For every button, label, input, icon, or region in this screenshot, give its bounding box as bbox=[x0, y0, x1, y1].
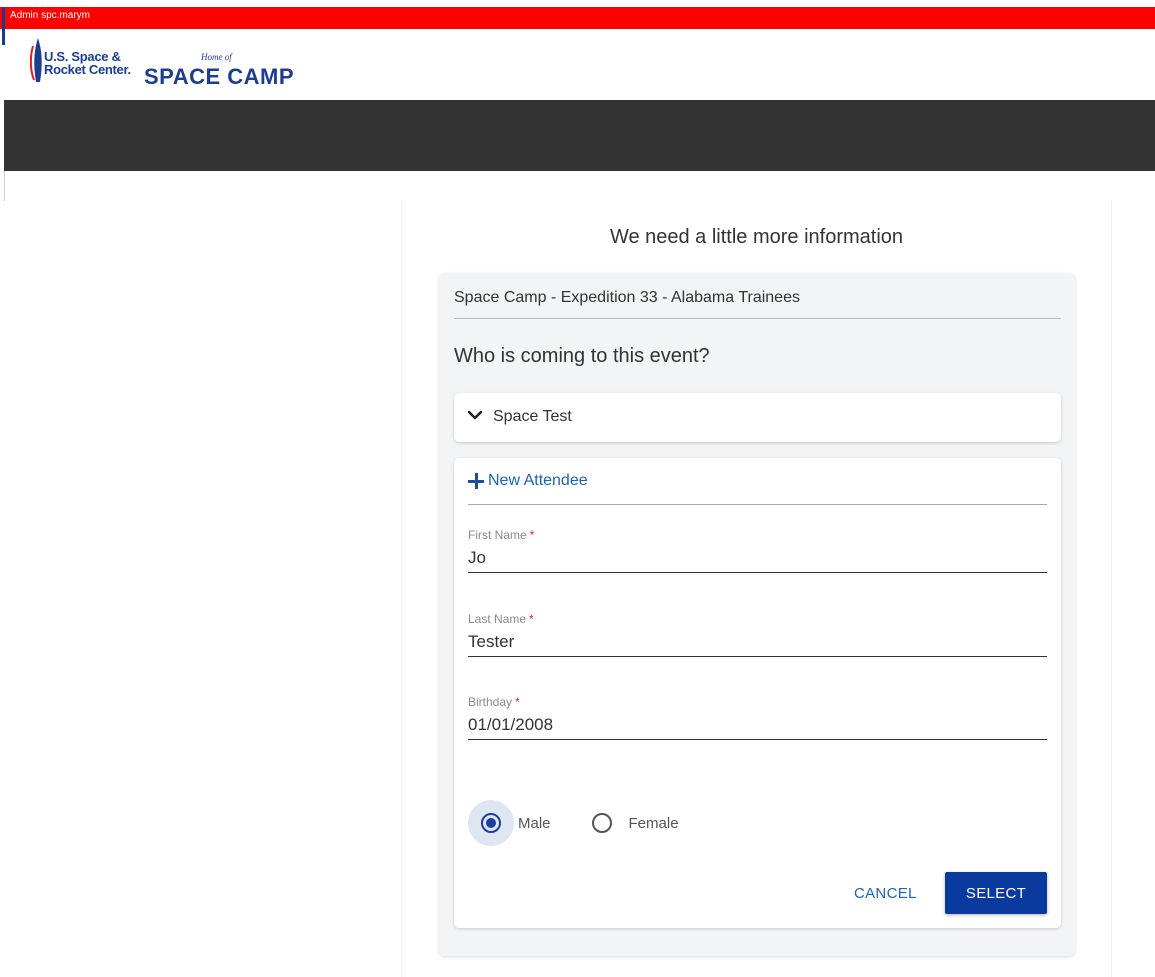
radio-unchecked-icon bbox=[591, 813, 612, 833]
select-button[interactable]: SELECT bbox=[945, 872, 1047, 914]
radio-halo bbox=[579, 800, 625, 846]
admin-bar-marker bbox=[2, 7, 5, 45]
radio-checked-icon bbox=[481, 813, 501, 833]
birthday-input[interactable]: 01/01/2008 bbox=[468, 715, 1047, 739]
cancel-button[interactable]: CANCEL bbox=[854, 878, 917, 908]
event-divider bbox=[454, 318, 1061, 319]
gender-radio-male[interactable]: Male bbox=[468, 800, 551, 846]
radio-halo bbox=[468, 800, 514, 846]
new-attendee-label: New Attendee bbox=[488, 472, 588, 489]
last-name-underline bbox=[468, 656, 1047, 657]
first-name-label: First Name * bbox=[468, 528, 535, 542]
gender-radio-group: Male Female bbox=[468, 800, 707, 846]
required-marker: * bbox=[529, 612, 534, 626]
last-name-label: Last Name * bbox=[468, 612, 534, 626]
space-camp-wordmark: SPACE CAMP bbox=[144, 64, 295, 89]
first-name-field[interactable]: First Name * Jo bbox=[468, 528, 1047, 573]
brand-header[interactable]: U.S. Space & Rocket Center. Home of SPAC… bbox=[30, 36, 330, 94]
content-edge bbox=[4, 171, 5, 201]
event-name: Space Camp - Expedition 33 - Alabama Tra… bbox=[454, 289, 800, 306]
birthday-underline bbox=[468, 739, 1047, 740]
birthday-label: Birthday * bbox=[468, 695, 520, 709]
new-attendee-button[interactable]: New Attendee bbox=[468, 472, 588, 490]
gender-radio-female[interactable]: Female bbox=[579, 800, 679, 846]
home-of-label: Home of bbox=[201, 52, 232, 62]
attendee-question: Who is coming to this event? bbox=[454, 345, 710, 367]
nav-bar bbox=[4, 100, 1155, 171]
page-heading: We need a little more information bbox=[609, 226, 904, 248]
last-name-input[interactable]: Tester bbox=[468, 632, 1047, 656]
plus-icon bbox=[468, 473, 484, 489]
form-divider bbox=[468, 504, 1047, 505]
attendee-name: Space Test bbox=[493, 408, 572, 425]
attendee-item-space-test[interactable]: Space Test bbox=[454, 393, 1061, 442]
last-name-field[interactable]: Last Name * Tester bbox=[468, 612, 1047, 657]
new-attendee-form: New Attendee First Name * Jo Last Name * T… bbox=[454, 458, 1061, 928]
admin-bar: Admin spc.marym bbox=[0, 7, 1155, 45]
first-name-underline bbox=[468, 572, 1047, 573]
first-name-input[interactable]: Jo bbox=[468, 548, 1047, 572]
gender-label-male: Male bbox=[518, 814, 551, 832]
admin-user-label: Admin spc.marym bbox=[10, 10, 91, 21]
chevron-down-icon bbox=[467, 410, 483, 420]
required-marker: * bbox=[515, 695, 520, 709]
birthday-field[interactable]: Birthday * 01/01/2008 bbox=[468, 695, 1047, 740]
required-marker: * bbox=[529, 528, 535, 542]
ussrc-logo-line2: Rocket Center. bbox=[44, 62, 131, 77]
ussrc-logo[interactable]: U.S. Space & Rocket Center. bbox=[30, 36, 140, 92]
gender-label-female: Female bbox=[628, 814, 679, 832]
